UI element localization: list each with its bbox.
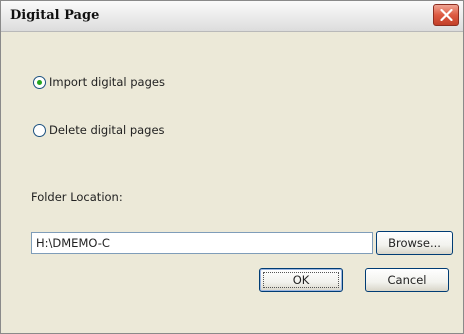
title-bar[interactable]: Digital Page: [1, 1, 463, 32]
import-radio[interactable]: [33, 75, 46, 89]
close-icon: [440, 9, 453, 21]
browse-button[interactable]: Browse...: [376, 231, 453, 255]
import-label: Import digital pages: [49, 75, 165, 89]
delete-option[interactable]: Delete digital pages: [33, 122, 165, 138]
delete-radio[interactable]: [33, 123, 46, 137]
close-button[interactable]: [433, 4, 459, 26]
ok-label: OK: [292, 273, 310, 287]
browse-label: Browse...: [388, 236, 441, 250]
digital-page-dialog: Digital Page Import digital pages Delete…: [0, 0, 464, 334]
dialog-body: Import digital pages Delete digital page…: [1, 32, 463, 333]
folder-location-label: Folder Location:: [31, 190, 123, 204]
cancel-label: Cancel: [387, 273, 427, 287]
delete-label: Delete digital pages: [49, 123, 165, 137]
cancel-button[interactable]: Cancel: [365, 268, 449, 292]
ok-button[interactable]: OK: [259, 268, 343, 292]
folder-path-input[interactable]: [31, 232, 373, 254]
dialog-title: Digital Page: [10, 8, 100, 23]
import-option[interactable]: Import digital pages: [33, 74, 165, 90]
